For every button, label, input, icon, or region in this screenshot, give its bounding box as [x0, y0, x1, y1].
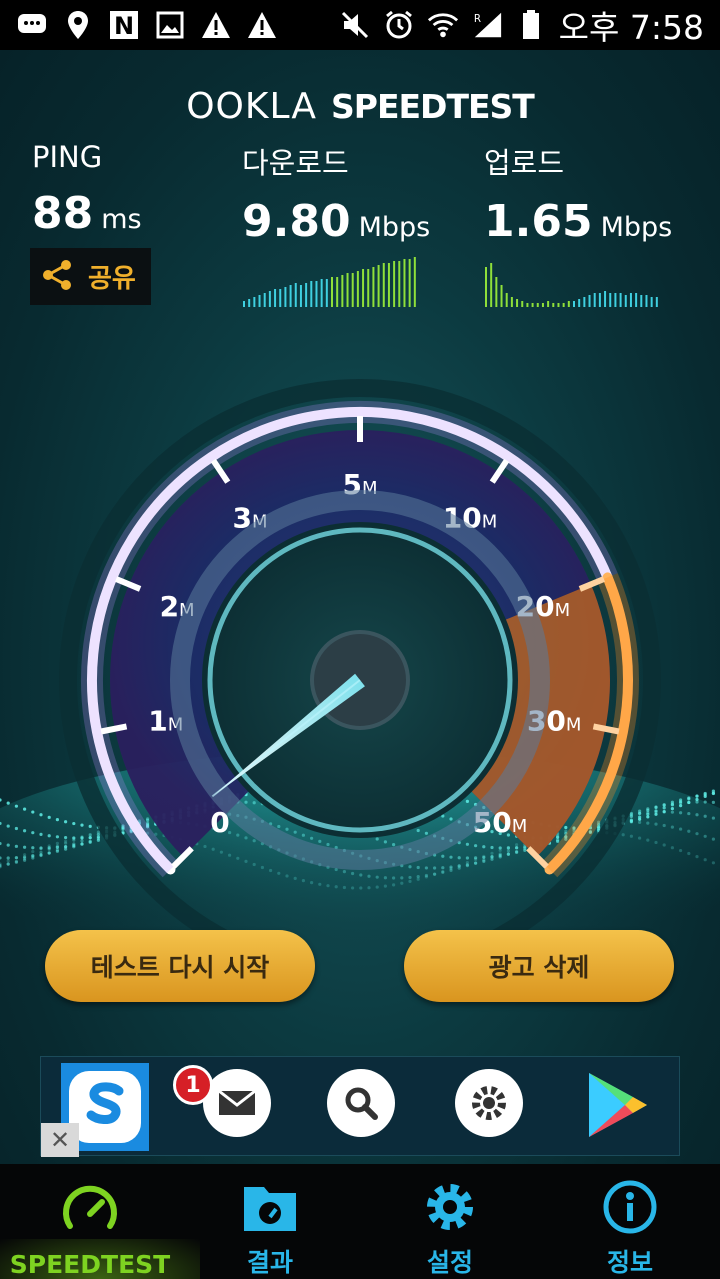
- upload-label: 업로드: [484, 146, 565, 180]
- nav-results[interactable]: 결과: [180, 1164, 360, 1279]
- ad-close-button[interactable]: ✕: [41, 1123, 79, 1157]
- nav-settings-label: 설정: [426, 1248, 473, 1277]
- brand-name: OOKLA: [186, 86, 318, 127]
- svg-text:N: N: [114, 12, 134, 40]
- notification-badge: 1: [173, 1065, 213, 1105]
- download-unit: Mbps: [358, 212, 431, 243]
- upload-value: 1.65: [484, 196, 593, 247]
- results-folder-icon: [235, 1176, 305, 1237]
- upload-graph: [485, 263, 658, 307]
- warning-icon: [246, 9, 278, 41]
- ping-unit: ms: [101, 204, 142, 235]
- product-name: SPEEDTEST: [331, 87, 535, 126]
- info-icon: [595, 1176, 665, 1237]
- chat-icon: [16, 9, 48, 41]
- speedtest-screen: OOKLA SPEEDTEST PING 88 ms 다운로드 9.80 Mbps 업…: [0, 50, 720, 1164]
- ping-value: 88: [32, 188, 94, 239]
- mute-icon: [339, 9, 371, 41]
- nav-results-label: 결과: [246, 1248, 293, 1277]
- photo-icon: [154, 9, 186, 41]
- bottom-navigation: SPEEDTEST 결과 설정 정보: [0, 1164, 720, 1279]
- restart-test-button[interactable]: 테스트 다시 시작: [45, 930, 315, 1002]
- alarm-icon: [383, 9, 415, 41]
- ookla-speedtest-logo: OOKLA SPEEDTEST: [0, 86, 720, 127]
- download-value: 9.80: [242, 196, 351, 247]
- battery-icon: [515, 9, 547, 41]
- nav-info[interactable]: 정보: [540, 1164, 720, 1279]
- nav-speedtest[interactable]: SPEEDTEST: [0, 1164, 200, 1279]
- wifi-icon: [427, 9, 459, 41]
- search-icon[interactable]: [325, 1067, 397, 1143]
- status-bar: N R 오후 7:58: [0, 0, 720, 50]
- download-result: 다운로드 9.80 Mbps: [242, 140, 430, 247]
- share-label: 공유: [88, 264, 136, 294]
- svg-text:R: R: [473, 13, 480, 25]
- location-icon: [62, 9, 94, 41]
- play-store-icon[interactable]: [585, 1069, 651, 1145]
- nav-speedtest-label: SPEEDTEST: [9, 1250, 171, 1279]
- ping-result: PING 88 ms: [32, 140, 142, 239]
- download-label: 다운로드: [242, 146, 349, 180]
- nav-settings[interactable]: 설정: [360, 1164, 540, 1279]
- speedometer-icon: [55, 1176, 125, 1244]
- share-icon: [40, 258, 74, 296]
- warning-icon: [200, 9, 232, 41]
- download-graph: [243, 257, 416, 307]
- upload-result: 업로드 1.65 Mbps: [484, 140, 672, 247]
- settings-icon[interactable]: [453, 1067, 525, 1143]
- share-button[interactable]: 공유: [30, 248, 151, 305]
- ping-label: PING: [32, 140, 103, 174]
- n-icon: N: [108, 9, 140, 41]
- ad-banner[interactable]: 1 ✕: [40, 1056, 680, 1157]
- clock: 오후 7:58: [558, 8, 704, 47]
- remove-ads-button[interactable]: 광고 삭제: [404, 930, 674, 1002]
- nav-info-label: 정보: [606, 1248, 653, 1277]
- signal-icon: R: [471, 9, 503, 41]
- upload-unit: Mbps: [600, 212, 673, 243]
- speed-gauge: 01M2M3M5M10M20M30M50M: [0, 379, 720, 950]
- gear-icon: [415, 1176, 485, 1237]
